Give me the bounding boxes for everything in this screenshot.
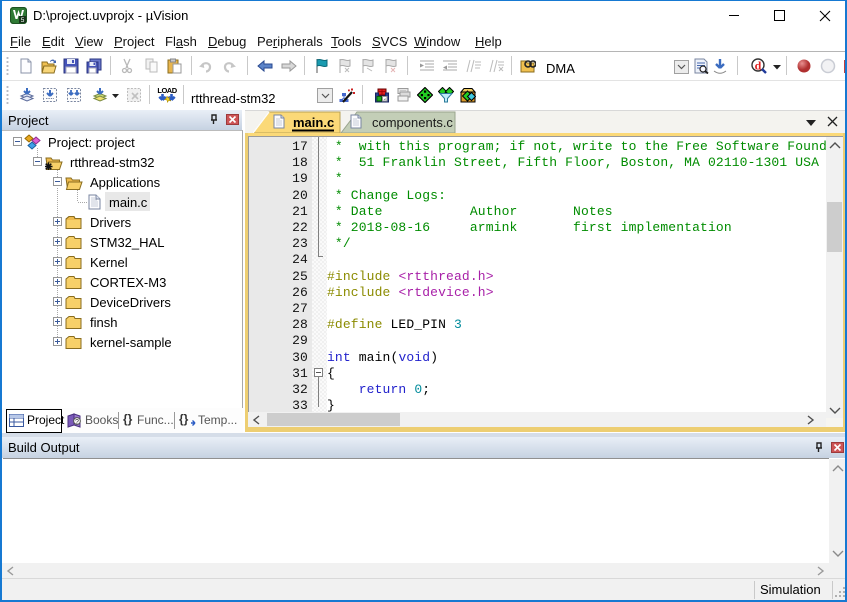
svg-text:LOAD: LOAD <box>157 86 177 95</box>
svg-text:d: d <box>755 59 762 73</box>
svg-text:components.c: components.c <box>372 115 453 130</box>
svg-text:?: ? <box>75 419 79 426</box>
svg-text:5: 5 <box>21 17 25 24</box>
svg-text:main.c: main.c <box>293 115 334 130</box>
